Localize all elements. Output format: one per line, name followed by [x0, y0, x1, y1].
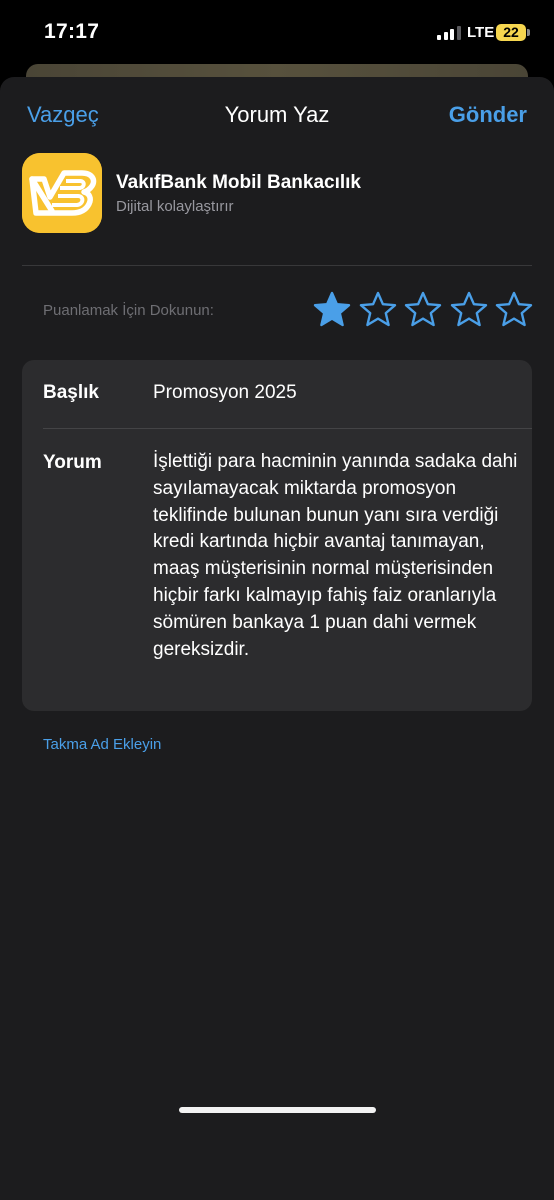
star-outline-icon[interactable]	[495, 291, 533, 329]
cancel-button[interactable]: Vazgeç	[27, 102, 99, 128]
field-divider	[43, 428, 532, 429]
write-review-sheet: Yorum Yaz Vazgeç Gönder VakıfBank Mobil …	[0, 77, 554, 1200]
rating-prompt: Puanlamak İçin Dokunun:	[43, 302, 214, 319]
app-icon	[22, 153, 102, 233]
signal-strength-icon	[437, 26, 463, 40]
star-rating[interactable]	[313, 291, 535, 331]
send-button[interactable]: Gönder	[449, 102, 527, 128]
app-subtitle: Dijital kolaylaştırır	[116, 198, 234, 215]
divider	[22, 265, 532, 266]
app-name: VakıfBank Mobil Bankacılık	[116, 172, 361, 193]
signal-bar	[456, 26, 461, 40]
battery-icon: 22	[496, 24, 526, 41]
network-type: LTE	[467, 24, 495, 41]
screen: 17:17 LTE 22 Yorum Yaz Vazgeç Gönder Vak…	[0, 0, 554, 1200]
signal-bar	[450, 29, 454, 40]
status-time: 17:17	[44, 20, 100, 43]
add-nickname-link[interactable]: Takma Ad Ekleyin	[43, 736, 161, 753]
signal-bar	[443, 32, 448, 40]
review-textarea[interactable]: İşlettiği para hacminin yanında sadaka d…	[153, 449, 518, 663]
signal-bar	[437, 35, 441, 40]
review-form: Başlık Promosyon 2025 Yorum İşlettiği pa…	[22, 360, 532, 711]
review-label: Yorum	[43, 452, 102, 473]
star-outline-icon[interactable]	[359, 291, 397, 329]
title-input[interactable]: Promosyon 2025	[153, 382, 297, 404]
status-bar: 17:17 LTE 22	[0, 0, 554, 66]
title-label: Başlık	[43, 382, 99, 403]
battery-level: 22	[503, 24, 519, 40]
vakifbank-logo-icon	[22, 153, 102, 233]
star-outline-icon[interactable]	[450, 291, 488, 329]
battery-tip	[527, 29, 530, 36]
home-indicator[interactable]	[179, 1107, 376, 1113]
star-outline-icon[interactable]	[404, 291, 442, 329]
star-filled-icon[interactable]	[313, 291, 351, 329]
